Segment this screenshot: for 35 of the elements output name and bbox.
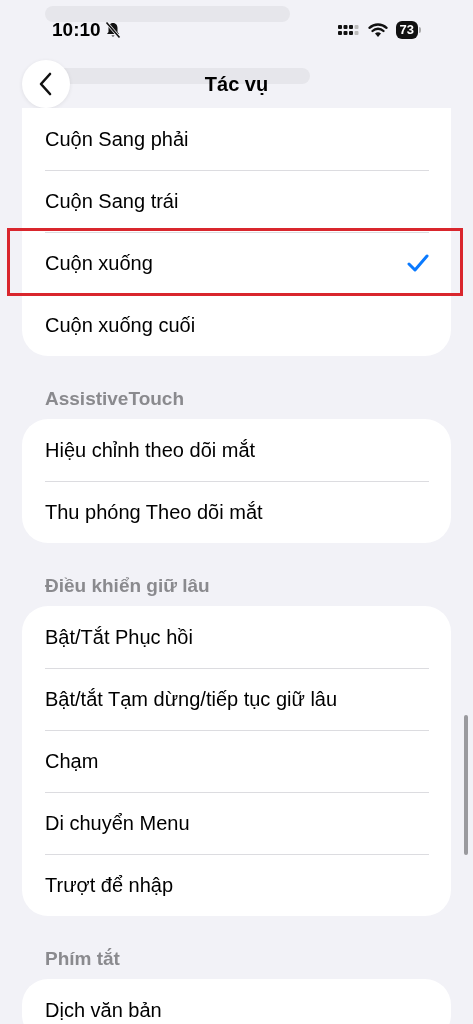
option-row[interactable]: Cuộn xuống cuối xyxy=(22,294,451,356)
option-label: Di chuyển Menu xyxy=(45,811,190,835)
section-header: Phím tắt xyxy=(45,948,120,970)
option-row[interactable]: Di chuyển Menu xyxy=(22,792,451,854)
option-row[interactable]: Thu phóng Theo dõi mắt xyxy=(22,481,451,543)
option-label: Hiệu chỉnh theo dõi mắt xyxy=(45,438,256,462)
battery-level: 73 xyxy=(395,21,418,39)
option-row[interactable]: Bật/tắt Tạm dừng/tiếp tục giữ lâu xyxy=(22,668,451,730)
screen-title: Tác vụ xyxy=(204,72,269,96)
option-row[interactable]: Trượt để nhập xyxy=(22,854,451,916)
section-header: AssistiveTouch xyxy=(45,388,185,410)
signal-icon xyxy=(337,23,360,37)
status-time: 10:10 xyxy=(52,19,101,41)
option-row[interactable]: Cuộn xuống xyxy=(22,232,451,294)
option-label: Bật/Tắt Phục hồi xyxy=(45,625,193,649)
option-label: Dịch văn bản xyxy=(45,998,162,1022)
option-row[interactable]: Chạm xyxy=(22,730,451,792)
option-row[interactable]: Dịch văn bản xyxy=(22,979,451,1024)
option-label: Cuộn xuống cuối xyxy=(45,313,196,337)
option-row[interactable]: Cuộn Sang phải xyxy=(22,108,451,170)
back-button[interactable] xyxy=(22,60,70,108)
option-label: Cuộn xuống xyxy=(45,251,153,275)
option-row[interactable]: Bật/Tắt Phục hồi xyxy=(22,606,451,668)
option-label: Trượt để nhập xyxy=(45,873,174,897)
option-row[interactable]: Hiệu chỉnh theo dõi mắt xyxy=(22,419,451,481)
muted-bell-icon xyxy=(104,21,121,39)
section-header: Điều khiển giữ lâu xyxy=(45,575,210,597)
option-label: Cuộn Sang phải xyxy=(45,127,189,151)
wifi-icon xyxy=(367,22,388,38)
back-chevron-icon xyxy=(39,72,53,96)
option-row[interactable]: Cuộn Sang trái xyxy=(22,170,451,232)
option-label: Chạm xyxy=(45,749,99,773)
option-label: Bật/tắt Tạm dừng/tiếp tục giữ lâu xyxy=(45,687,338,711)
option-label: Cuộn Sang trái xyxy=(45,189,179,213)
option-label: Thu phóng Theo dõi mắt xyxy=(45,500,263,524)
